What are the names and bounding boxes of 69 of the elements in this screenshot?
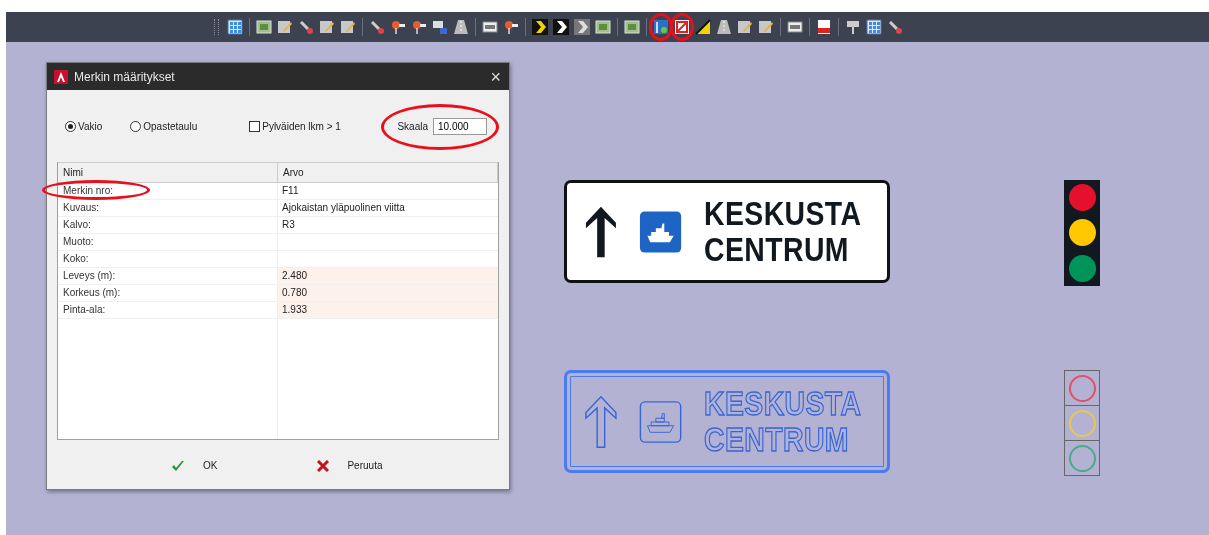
- toolbar-button[interactable]: [865, 18, 883, 36]
- toolbar-button[interactable]: [318, 18, 336, 36]
- panel-icon: [787, 19, 803, 35]
- toolbar-button[interactable]: [452, 18, 470, 36]
- edit-icon: [758, 19, 774, 35]
- sign-text: KESKUSTA: [703, 385, 862, 422]
- map-icon: [624, 19, 640, 35]
- toolbar-button[interactable]: [715, 18, 733, 36]
- cancel-button[interactable]: Peruuta: [315, 457, 385, 474]
- toolbar-button[interactable]: [552, 18, 570, 36]
- chevron-icon: [574, 19, 590, 35]
- toolbar-button[interactable]: [276, 18, 294, 36]
- app-logo-icon: [54, 69, 68, 84]
- chevron-icon: [553, 19, 569, 35]
- sign-icon: [432, 19, 448, 35]
- toolbar-button[interactable]: [815, 18, 833, 36]
- scale-field[interactable]: 10.000: [433, 117, 487, 135]
- up-arrow-icon: [585, 393, 617, 450]
- scale-label: Skaala: [397, 120, 428, 132]
- window-title: Merkin määritykset: [74, 69, 176, 84]
- column-header: Arvo: [278, 163, 498, 182]
- sign-text: KESKUSTA: [703, 195, 862, 232]
- road-icon: [453, 19, 469, 35]
- close-button[interactable]: ×: [490, 67, 501, 86]
- panel-icon: [482, 19, 498, 35]
- edit-icon: [319, 19, 335, 35]
- export-icon: [816, 19, 832, 35]
- edit-icon: [340, 19, 356, 35]
- toolbar-button[interactable]: [736, 18, 754, 36]
- table-cell: 2.480: [278, 268, 498, 284]
- toolbar-button[interactable]: [389, 18, 407, 36]
- column-header: Nimi: [58, 163, 278, 182]
- checkmark-icon: [171, 459, 185, 472]
- ok-button[interactable]: OK: [169, 457, 220, 474]
- grid-icon: [227, 19, 243, 35]
- edit-icon: [737, 19, 753, 35]
- radio-option[interactable]: Vakio: [65, 120, 103, 132]
- toolbar-button[interactable]: [623, 18, 641, 36]
- toolbar-button[interactable]: [594, 18, 612, 36]
- ship-icon: [638, 208, 682, 255]
- chevron-icon: [532, 19, 548, 35]
- ship-icon: [638, 398, 682, 445]
- prohibition-sign-icon: [674, 19, 690, 35]
- toolbar-button[interactable]: [502, 18, 520, 36]
- close-icon: [317, 459, 330, 472]
- map-icon: [256, 19, 272, 35]
- grid-icon: [866, 19, 882, 35]
- toolbar-button[interactable]: [255, 18, 273, 36]
- toolbar-button[interactable]: [481, 18, 499, 36]
- toolbar-button[interactable]: [786, 18, 804, 36]
- toolbar-button[interactable]: [573, 18, 591, 36]
- sign-text: CENTRUM: [703, 231, 850, 268]
- map-icon: [595, 19, 611, 35]
- toolbar-button[interactable]: [339, 18, 357, 36]
- edit-icon: [277, 19, 293, 35]
- pin-icon: [390, 19, 406, 35]
- toolbar-button[interactable]: [431, 18, 449, 36]
- road-icon: [716, 19, 732, 35]
- sign-text: CENTRUM: [703, 421, 850, 458]
- checkbox[interactable]: Pylväiden lkm > 1: [249, 120, 341, 132]
- toolbar-button[interactable]: [226, 18, 244, 36]
- pin-icon: [411, 19, 427, 35]
- toolbar-button[interactable]: [757, 18, 775, 36]
- pin-icon: [503, 19, 519, 35]
- table-cell: 1.933: [278, 302, 498, 318]
- table-cell: 0.780: [278, 285, 498, 301]
- radio-option[interactable]: Opastetaulu: [130, 120, 198, 132]
- toolbar-button[interactable]: [531, 18, 549, 36]
- toolbar-button[interactable]: [410, 18, 428, 36]
